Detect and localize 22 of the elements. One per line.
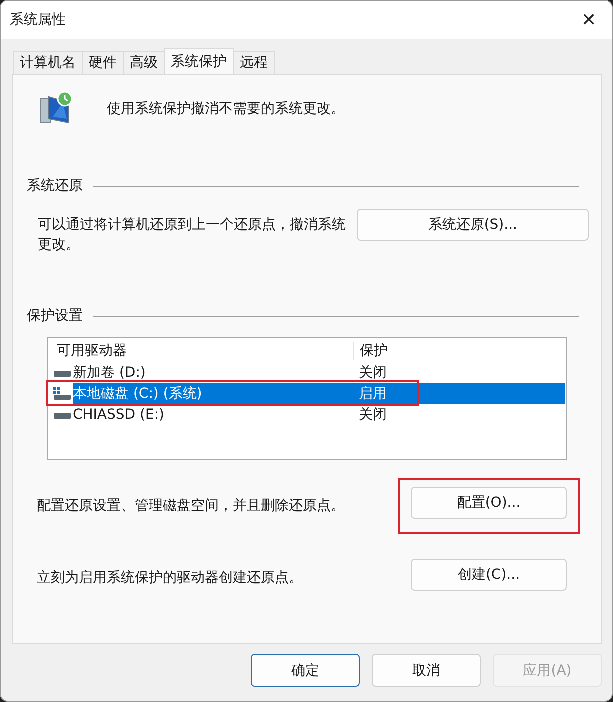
column-header[interactable]: 可用驱动器 bbox=[49, 342, 353, 360]
action-description: 配置还原设置、管理磁盘空间，并且删除还原点。 bbox=[37, 497, 345, 515]
tab[interactable]: 计算机名 bbox=[13, 51, 83, 74]
description-text: 使用系统保护撤消不需要的系统更改。 bbox=[107, 100, 345, 118]
system-drive-icon bbox=[53, 386, 71, 400]
group-heading: 系统还原 bbox=[27, 177, 83, 195]
system-restore-button[interactable]: 系统还原(S)... bbox=[356, 209, 589, 241]
tab[interactable]: 远程 bbox=[233, 51, 275, 74]
dialog-button[interactable]: 取消 bbox=[372, 654, 481, 687]
action-description: 立刻为启用系统保护的驱动器创建还原点。 bbox=[37, 569, 303, 587]
drive-row[interactable]: 新加卷 (D:) 关闭 bbox=[73, 362, 565, 383]
column-header[interactable]: 保护 bbox=[353, 342, 388, 360]
restore-description: 可以通过将计算机还原到上一个还原点，撤消系统更改。 bbox=[38, 216, 347, 255]
drive-row[interactable]: 本地磁盘 (C:) (系统) 启用 bbox=[73, 383, 565, 404]
tab[interactable]: 系统保护 bbox=[164, 48, 234, 74]
window-title: 系统属性 bbox=[10, 11, 66, 29]
action-button[interactable]: 配置(O)... bbox=[411, 487, 567, 519]
close-button[interactable]: ✕ bbox=[566, 1, 612, 39]
group-heading: 保护设置 bbox=[27, 307, 83, 325]
drive-row[interactable]: CHIASSD (E:) 关闭 bbox=[73, 404, 565, 425]
dialog-button[interactable]: 确定 bbox=[251, 654, 360, 687]
action-button[interactable]: 创建(C)... bbox=[411, 559, 567, 591]
